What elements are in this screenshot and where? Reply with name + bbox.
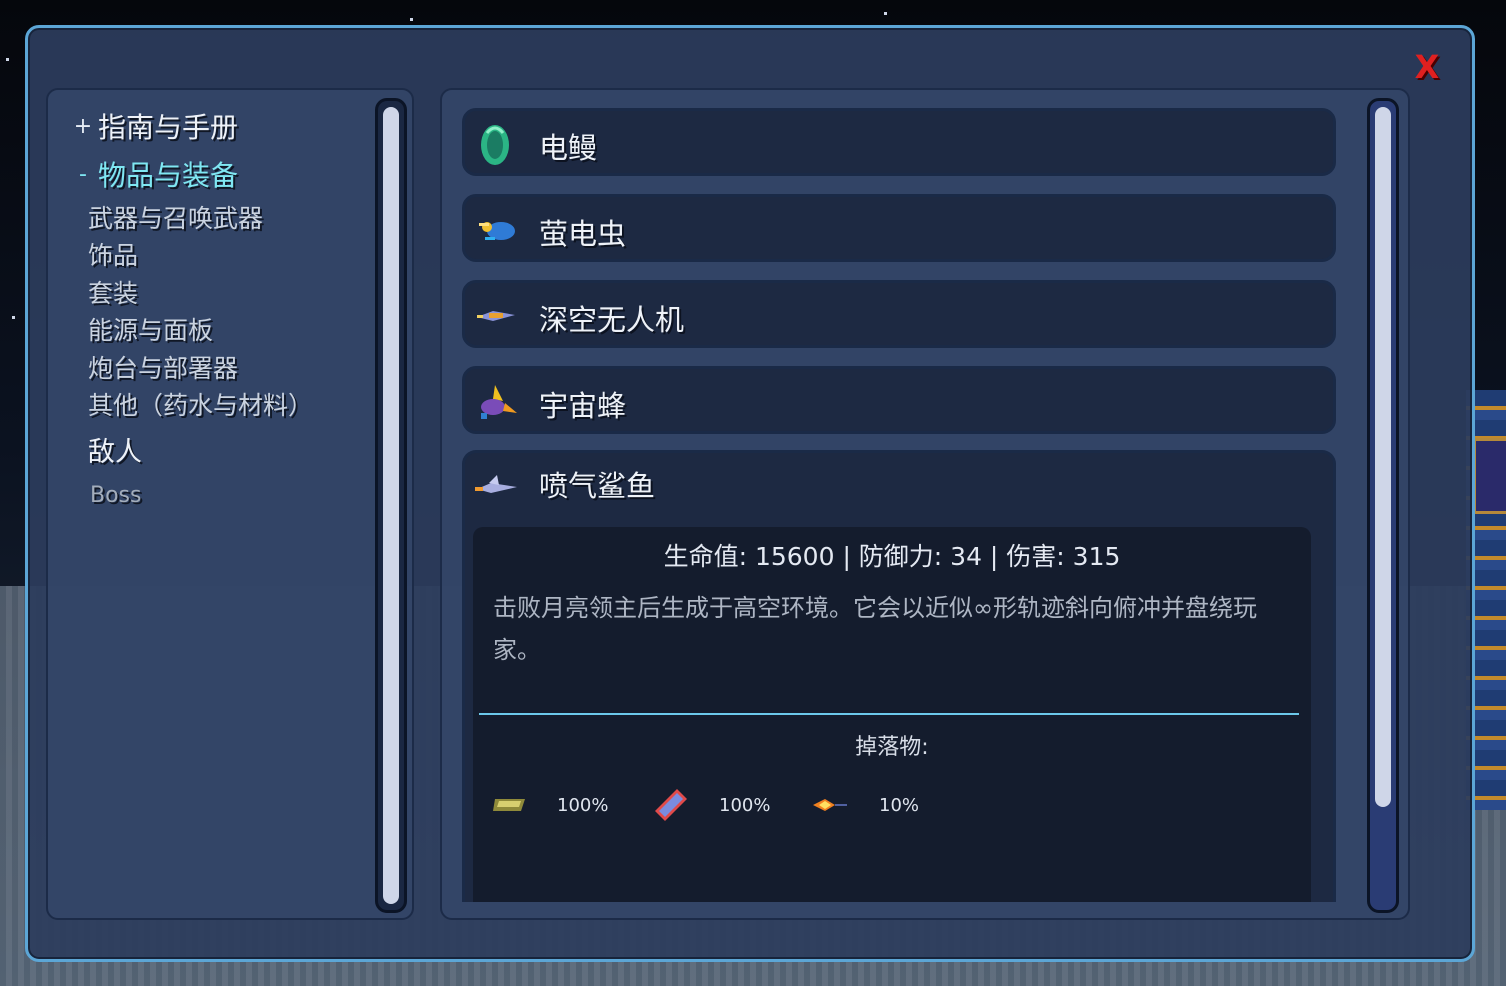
nav-sub-accessories[interactable]: 饰品	[68, 236, 388, 274]
crystal-icon	[655, 789, 687, 821]
category-panel: + 指南与手册 - 物品与装备 武器与召唤武器 饰品 套装 能源与面板 炮台与部…	[46, 88, 414, 920]
category-nav: + 指南与手册 - 物品与装备 武器与召唤武器 饰品 套装 能源与面板 炮台与部…	[68, 102, 388, 515]
nav-sub-energy[interactable]: 能源与面板	[68, 311, 388, 349]
star	[884, 12, 887, 15]
nav-guide-label: 指南与手册	[98, 111, 239, 144]
nav-items-equipment-label: 物品与装备	[98, 159, 239, 192]
expand-marker: +	[73, 113, 93, 139]
bee-icon	[481, 385, 517, 419]
divider	[479, 713, 1299, 715]
entry-name: 深空无人机	[539, 303, 685, 337]
star	[12, 316, 15, 319]
nav-guide[interactable]: + 指南与手册	[68, 102, 388, 150]
entry-row[interactable]: 萤电虫	[462, 194, 1336, 262]
drone-icon	[477, 311, 515, 321]
entry-name: 喷气鲨鱼	[539, 469, 656, 503]
nav-sub-weapons[interactable]: 武器与召唤武器	[68, 198, 388, 236]
drop-item[interactable]: 10%	[811, 785, 919, 825]
eel-icon	[481, 125, 509, 165]
entry-scrollbar[interactable]	[1367, 98, 1399, 913]
description: 击败月亮领主后生成于高空环境。它会以近似∞形轨迹斜向俯冲并盘绕玩家。	[493, 594, 1257, 664]
entry-name: 萤电虫	[539, 217, 627, 251]
flame-rocket-icon	[813, 799, 847, 811]
nav-sub-other[interactable]: 其他（药水与材料）	[68, 386, 388, 424]
nav-items-equipment[interactable]: - 物品与装备	[68, 150, 388, 198]
entry-detail: 生命值: 15600 | 防御力: 34 | 伤害: 315 击败月亮领主后生成…	[473, 527, 1311, 902]
drops-label: 掉落物:	[855, 735, 929, 760]
nav-boss[interactable]: Boss	[68, 475, 388, 515]
entry-name: 宇宙蜂	[539, 389, 627, 423]
drop-chance: 100%	[557, 794, 609, 816]
drop-chance: 10%	[879, 794, 920, 816]
category-scrollbar[interactable]	[375, 98, 407, 913]
scrollbar-thumb[interactable]	[383, 107, 399, 904]
drop-item[interactable]: 100%	[651, 785, 770, 825]
stats-line: 生命值: 15600 | 防御力: 34 | 伤害: 315	[663, 542, 1121, 571]
background-sign	[1473, 438, 1506, 514]
collapse-marker: -	[79, 161, 87, 187]
entry-name: 电鳗	[539, 131, 598, 165]
firefly-icon	[479, 222, 515, 240]
entry-row[interactable]: 深空无人机	[462, 280, 1336, 348]
nav-sub-turrets[interactable]: 炮台与部署器	[68, 348, 388, 386]
bar-icon	[493, 799, 525, 811]
nav-enemies[interactable]: 敌人	[68, 423, 388, 475]
close-button[interactable]: X	[1410, 50, 1444, 84]
drop-item[interactable]: 100%	[491, 785, 608, 825]
star	[410, 18, 413, 21]
star	[6, 58, 9, 61]
entry-row[interactable]: 电鳗	[462, 108, 1336, 176]
jet-shark-icon	[475, 475, 517, 493]
drop-chance: 100%	[719, 794, 771, 816]
entry-row[interactable]: 宇宙蜂	[462, 366, 1336, 434]
scrollbar-thumb[interactable]	[1375, 107, 1391, 807]
nav-sub-armor[interactable]: 套装	[68, 273, 388, 311]
